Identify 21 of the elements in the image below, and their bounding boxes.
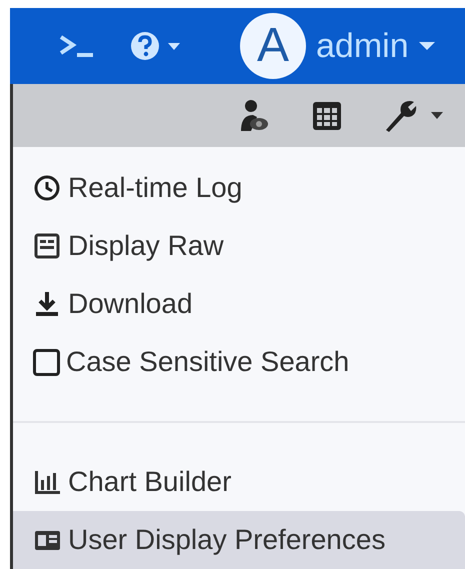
menu-item[interactable]: Chart Builder	[13, 453, 465, 511]
menu-item[interactable]: Display Raw	[13, 217, 465, 275]
caret-icon	[168, 42, 180, 50]
user-name: admin	[316, 29, 409, 64]
checkbox[interactable]	[33, 348, 60, 376]
tools-menu-button[interactable]	[383, 98, 443, 133]
avatar: A	[240, 13, 306, 80]
menu-item[interactable]: User Display Preferences	[13, 511, 465, 569]
clock-icon	[33, 174, 62, 202]
document-icon	[33, 232, 62, 260]
user-menu-button[interactable]: A admin	[240, 13, 435, 80]
help-menu-button[interactable]	[130, 31, 180, 62]
caret-icon	[418, 42, 435, 50]
table-icon[interactable]	[311, 100, 343, 132]
terminal-icon[interactable]	[58, 33, 96, 60]
menu-item[interactable]: Case Sensitive Search	[13, 333, 465, 391]
menu-item[interactable]: Download	[13, 275, 465, 333]
menu-item[interactable]: Real-time Log	[13, 159, 465, 217]
caret-icon	[431, 112, 443, 120]
help-icon	[130, 31, 160, 62]
wrench-icon	[383, 98, 417, 133]
